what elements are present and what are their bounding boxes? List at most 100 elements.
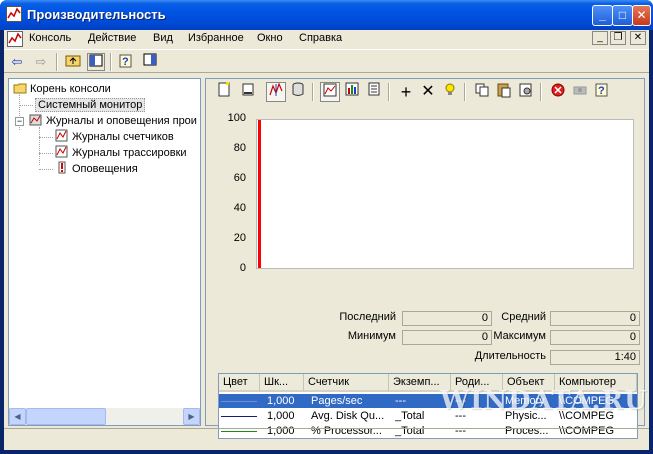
scroll-thumb[interactable] <box>26 408 106 425</box>
cell-scale: 1,000 <box>267 410 295 422</box>
menu-console[interactable]: Консоль <box>29 32 71 46</box>
toolbar-separator <box>110 53 112 71</box>
cell-instance: --- <box>395 395 406 407</box>
toolbar-separator <box>540 83 542 101</box>
help-icon[interactable]: ? <box>117 53 135 71</box>
tree-item-alerts[interactable]: Оповещения <box>55 161 138 177</box>
collapse-expander[interactable]: − <box>15 117 24 126</box>
counter-log-icon <box>55 129 69 142</box>
column-header-color[interactable]: Цвет <box>219 374 260 392</box>
average-label: Средний <box>501 311 546 323</box>
tree-item-logs-alerts[interactable]: Журналы и оповещения прои <box>29 113 197 129</box>
y-tick-label: 20 <box>233 232 246 244</box>
toolbar-separator <box>464 83 466 101</box>
tree-connector <box>39 127 40 165</box>
folder-icon <box>13 82 27 95</box>
back-arrow-icon[interactable]: ⇦ <box>8 53 26 71</box>
new-counter-set-icon[interactable] <box>214 82 234 102</box>
menu-window[interactable]: Окно <box>257 32 283 46</box>
status-bar <box>4 428 649 448</box>
update-data-icon[interactable] <box>570 82 590 102</box>
highlight-icon[interactable] <box>440 82 460 102</box>
scroll-right-icon[interactable]: ▶ <box>183 408 200 425</box>
scroll-left-icon[interactable]: ◀ <box>9 408 26 425</box>
duration-label: Длительность <box>474 350 546 362</box>
view-histogram-icon[interactable] <box>342 82 362 102</box>
help-icon[interactable]: ? <box>592 82 612 102</box>
main-toolbar: ⇦ ⇨ ? <box>4 49 649 73</box>
menu-favorites[interactable]: Избранное <box>188 32 244 46</box>
tree-item-trace-logs[interactable]: Журналы трассировки <box>55 145 187 161</box>
child-restore-button[interactable]: ❐ <box>610 31 626 45</box>
average-value: 0 <box>550 311 640 326</box>
add-counter-icon[interactable]: + <box>396 82 416 102</box>
color-swatch <box>221 401 257 402</box>
menu-view[interactable]: Вид <box>153 32 173 46</box>
tree-item-counter-logs[interactable]: Журналы счетчиков <box>55 129 174 145</box>
freeze-display-icon[interactable] <box>548 82 568 102</box>
view-current-activity-icon[interactable] <box>266 82 286 102</box>
y-tick-label: 40 <box>233 202 246 214</box>
title-bar[interactable]: Производительность _ □ ✕ <box>0 0 653 30</box>
cell-scale: 1,000 <box>267 395 295 407</box>
forward-arrow-icon[interactable]: ⇨ <box>32 53 50 71</box>
view-graph-icon[interactable] <box>320 82 340 102</box>
menu-bar: Консоль Действие Вид Избранное Окно Спра… <box>4 30 649 48</box>
copy-properties-icon[interactable] <box>472 82 492 102</box>
last-value: 0 <box>402 311 492 326</box>
minimize-button[interactable]: _ <box>592 5 613 26</box>
alert-icon <box>55 161 69 174</box>
trace-log-icon <box>55 145 69 158</box>
statistics-panel: Последний 0 Средний 0 Минимум 0 Максимум… <box>216 311 640 371</box>
performance-app-icon <box>6 6 22 22</box>
performance-graph: 100 80 60 40 20 0 <box>216 109 636 284</box>
plot-area[interactable] <box>256 119 634 269</box>
view-log-data-icon[interactable] <box>288 82 308 102</box>
color-swatch <box>221 416 257 417</box>
console-tree: Корень консоли Системный монитор − Журна… <box>8 78 201 426</box>
app-window: Производительность _ □ ✕ Консоль Действи… <box>0 0 653 454</box>
watermark-text: WINDATA.RU <box>440 386 648 416</box>
toolbar-separator <box>388 83 390 101</box>
y-tick-label: 80 <box>233 142 246 154</box>
show-hide-tree-icon[interactable] <box>87 53 105 71</box>
properties-icon[interactable] <box>516 82 536 102</box>
time-bar <box>258 120 261 268</box>
toolbar-separator <box>312 83 314 101</box>
menu-help[interactable]: Справка <box>299 32 342 46</box>
tree-root[interactable]: Корень консоли <box>13 81 111 97</box>
last-label: Последний <box>339 311 396 323</box>
cell-instance: _Total <box>395 410 425 422</box>
maximum-value: 0 <box>550 330 640 345</box>
logs-alerts-icon <box>29 113 43 126</box>
window-title: Производительность <box>27 7 166 22</box>
child-close-button[interactable]: ✕ <box>630 31 646 45</box>
child-minimize-button[interactable]: _ <box>592 31 608 45</box>
cell-counter: Avg. Disk Qu... <box>311 410 385 422</box>
duration-value: 1:40 <box>550 350 640 365</box>
maximize-button[interactable]: □ <box>612 5 633 26</box>
view-report-icon[interactable] <box>364 82 384 102</box>
up-folder-icon[interactable] <box>64 53 82 71</box>
system-monitor-toolbar: + ✕ ? <box>214 82 634 104</box>
paste-counter-list-icon[interactable] <box>494 82 514 102</box>
minimum-value: 0 <box>402 330 492 345</box>
tree-item-system-monitor[interactable]: Системный монитор <box>35 97 146 113</box>
minimum-label: Минимум <box>347 330 396 342</box>
column-header-counter[interactable]: Счетчик <box>304 374 389 392</box>
menu-action[interactable]: Действие <box>88 32 136 46</box>
y-tick-label: 0 <box>239 262 246 274</box>
clear-display-icon[interactable] <box>238 82 258 102</box>
tree-connector <box>39 137 53 138</box>
tree-connector <box>39 153 53 154</box>
delete-counter-icon[interactable]: ✕ <box>418 82 438 102</box>
column-header-scale[interactable]: Шк... <box>260 374 304 392</box>
tree-connector <box>19 105 33 106</box>
console-menu-icon[interactable] <box>7 31 23 47</box>
svg-text:?: ? <box>598 85 605 97</box>
toolbar-separator <box>56 53 58 71</box>
tree-horizontal-scrollbar[interactable]: ◀ ▶ <box>9 408 200 425</box>
show-hide-action-pane-icon[interactable] <box>141 53 159 71</box>
close-button[interactable]: ✕ <box>632 5 651 26</box>
y-tick-label: 60 <box>233 172 246 184</box>
